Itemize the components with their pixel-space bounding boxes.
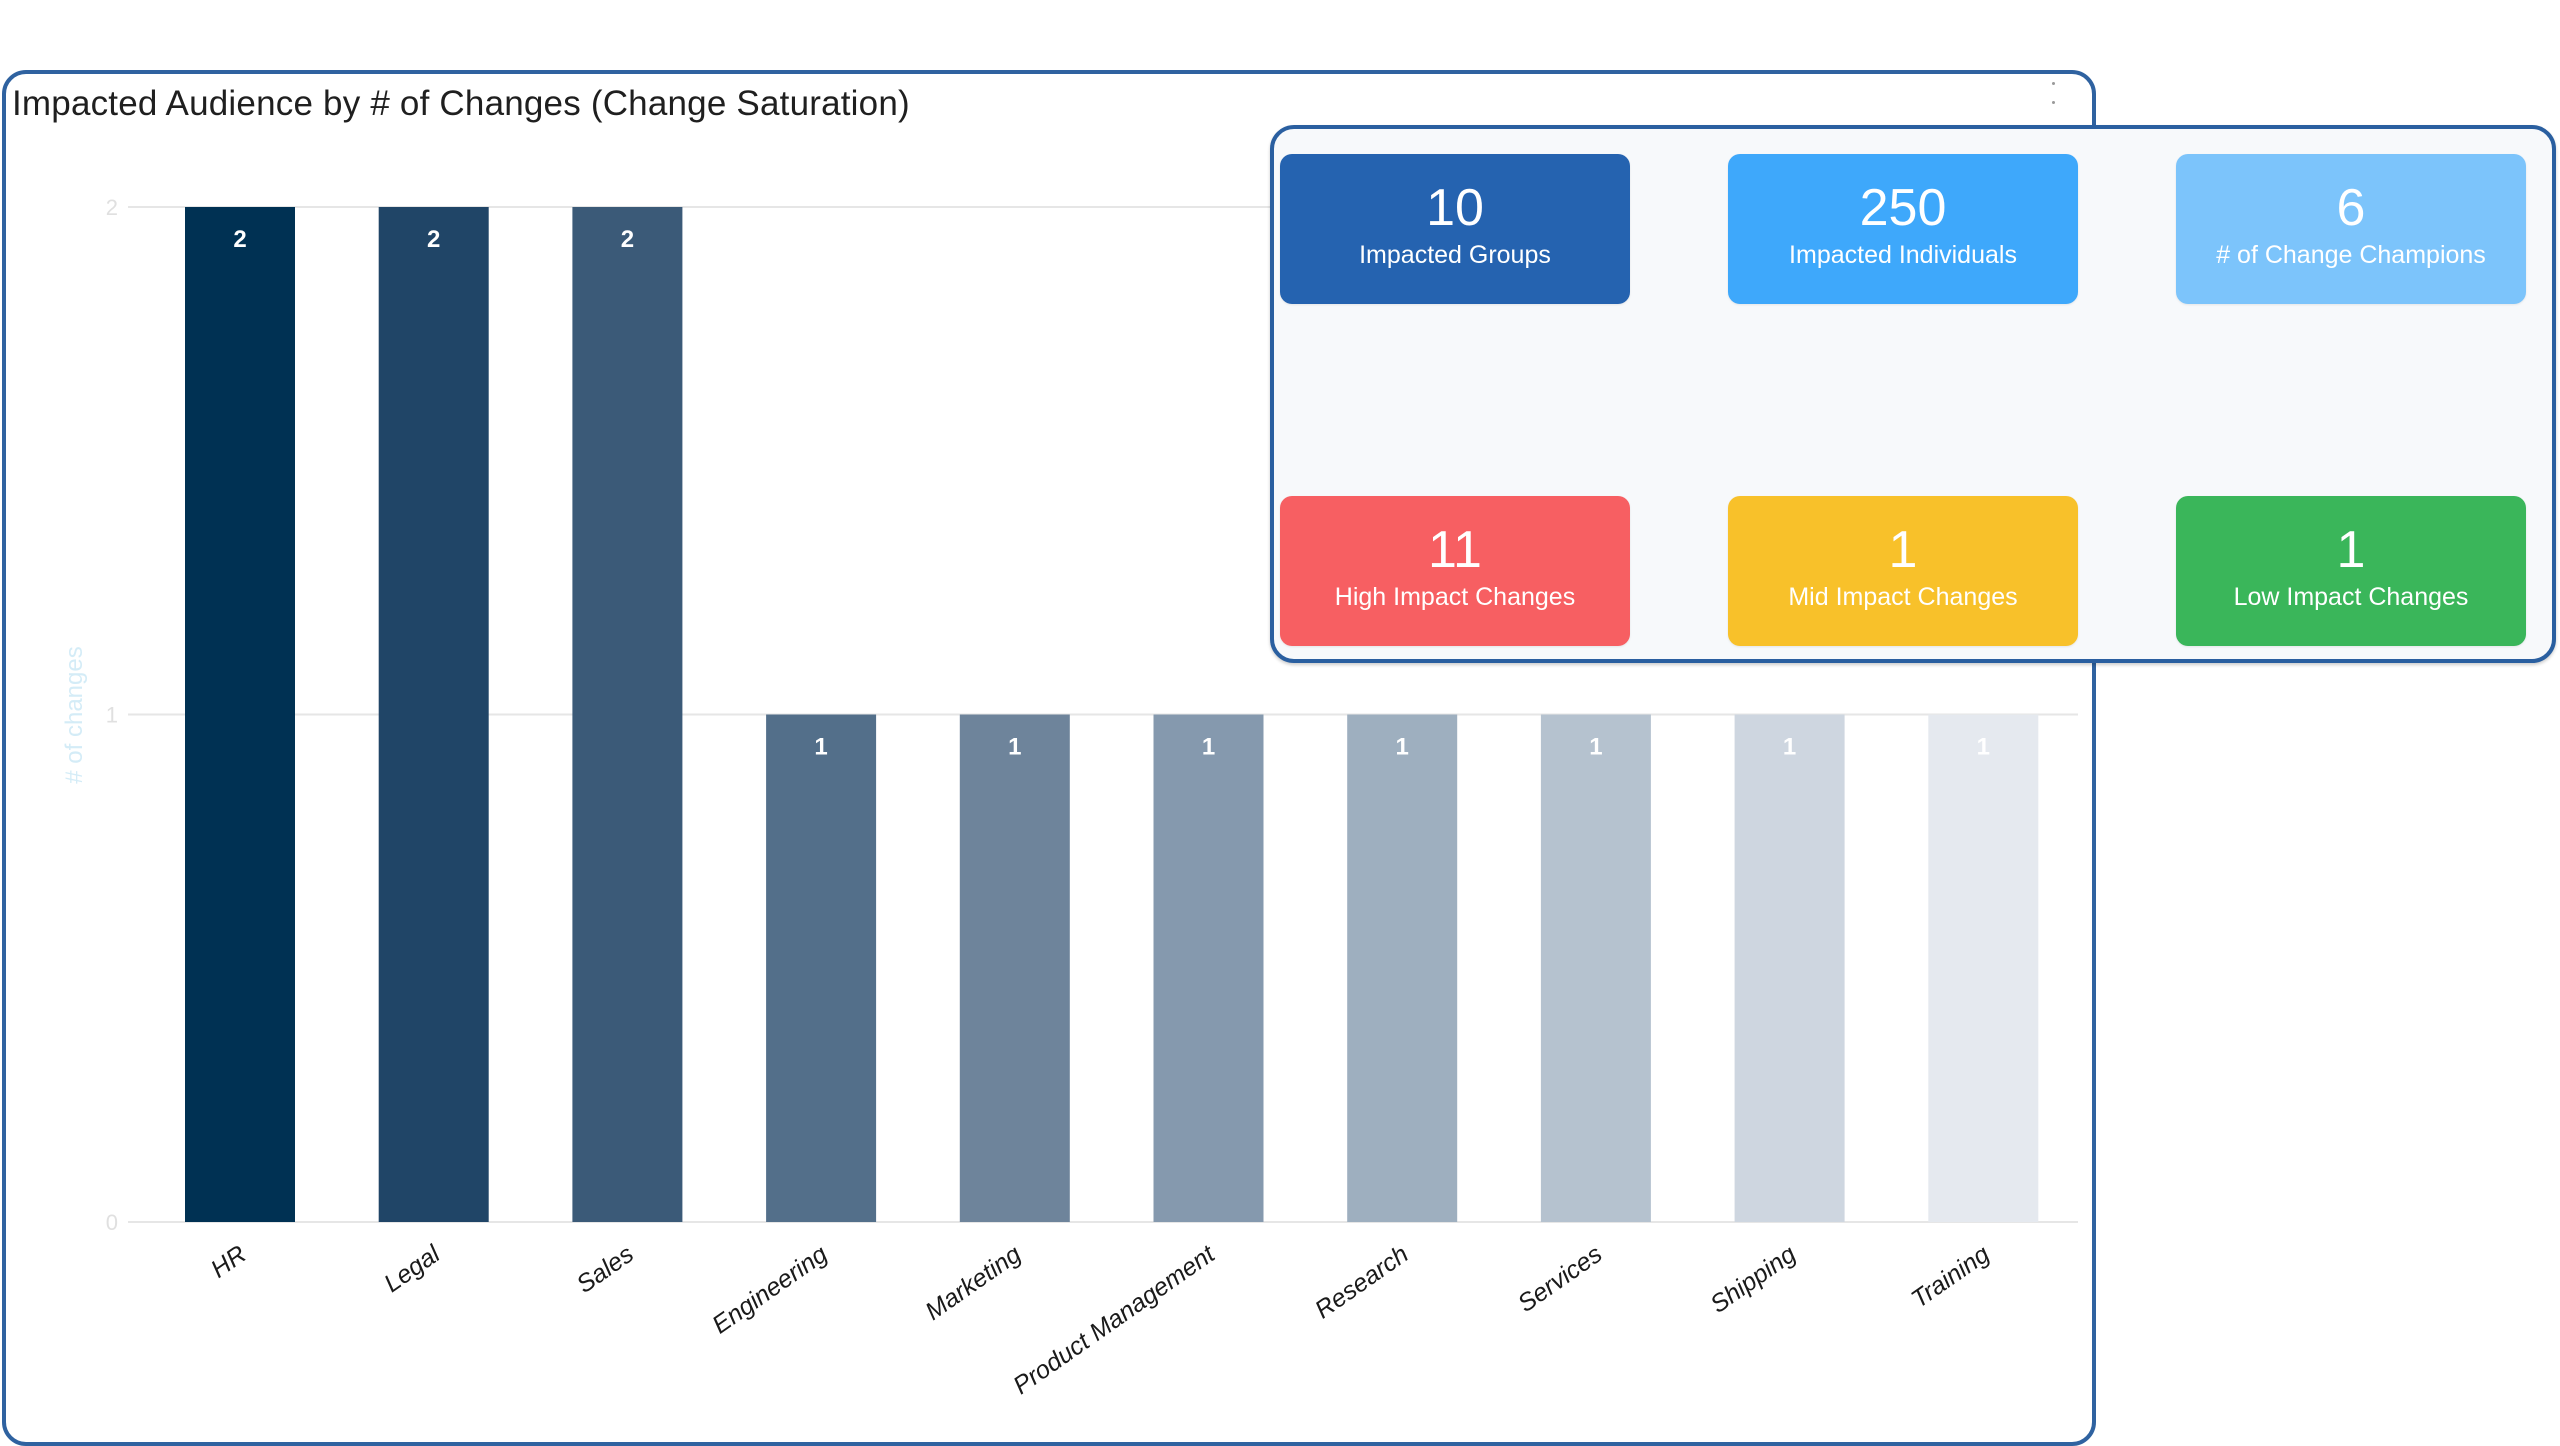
- bar-data-label: 1: [1008, 734, 1021, 761]
- bar-training[interactable]: [1928, 714, 2039, 1223]
- bar-data-label: 2: [621, 226, 634, 253]
- x-tick-label: HR: [206, 1240, 252, 1284]
- y-tick-label: 0: [106, 1210, 118, 1235]
- bar-data-label: 1: [814, 734, 827, 761]
- tile-value: 1: [2336, 521, 2366, 579]
- tile-value: 250: [1859, 179, 1947, 237]
- tile-value: 1: [1888, 521, 1918, 579]
- bar-shipping[interactable]: [1734, 714, 1845, 1223]
- bar-hr[interactable]: [185, 207, 295, 1222]
- y-axis-label: # of changes: [61, 646, 88, 783]
- tile-impacted-individuals[interactable]: 250 Impacted Individuals: [1728, 154, 2078, 304]
- y-axis-ticks: 0 1 2: [106, 195, 118, 1235]
- bar-data-label: 1: [1396, 734, 1409, 761]
- y-tick-label: 1: [106, 703, 118, 728]
- bar-data-label: 1: [1783, 734, 1796, 761]
- bar-legal[interactable]: [378, 207, 489, 1222]
- x-tick-label: Services: [1513, 1240, 1608, 1318]
- bar-data-label: 1: [1977, 734, 1990, 761]
- tile-value: 6: [2336, 179, 2366, 237]
- bar-data-label: 2: [233, 226, 246, 253]
- tile-value: 11: [1428, 521, 1482, 579]
- y-tick-label: 2: [106, 195, 118, 220]
- bar-data-label: 2: [427, 226, 440, 253]
- x-tick-label: Shipping: [1705, 1240, 1801, 1319]
- tile-label: Mid Impact Changes: [1788, 583, 2018, 611]
- bar-data-label: 1: [1589, 734, 1602, 761]
- tile-mid-impact-changes[interactable]: 1 Mid Impact Changes: [1728, 496, 2078, 646]
- x-axis-labels: HR Legal Sales Engineering MarketingProduct …: [206, 1239, 1995, 1400]
- x-tick-label: Product Management: [1008, 1239, 1221, 1400]
- tile-impacted-groups[interactable]: 10 Impacted Groups: [1280, 154, 1630, 304]
- tile-change-champions[interactable]: 6 # of Change Champions: [2176, 154, 2526, 304]
- bar-research[interactable]: [1347, 714, 1458, 1223]
- tile-label: # of Change Champions: [2216, 241, 2486, 269]
- x-tick-label: Engineering: [707, 1240, 832, 1340]
- tile-value: 10: [1426, 179, 1484, 237]
- x-tick-label: Marketing: [920, 1240, 1026, 1326]
- bar-services[interactable]: [1540, 714, 1651, 1223]
- x-tick-label: Sales: [572, 1240, 639, 1299]
- bar-marketing[interactable]: [959, 714, 1070, 1223]
- x-tick-label: Research: [1310, 1240, 1414, 1324]
- tile-label: Low Impact Changes: [2233, 583, 2469, 611]
- stats-panel: 10 Impacted Groups 250 Impacted Individu…: [1270, 125, 2556, 663]
- tile-low-impact-changes[interactable]: 1 Low Impact Changes: [2176, 496, 2526, 646]
- tile-label: Impacted Individuals: [1789, 241, 2017, 269]
- bar-data-label: 1: [1202, 734, 1215, 761]
- bar-product-management[interactable]: [1153, 714, 1264, 1223]
- bar-engineering[interactable]: [766, 714, 877, 1223]
- tile-label: High Impact Changes: [1334, 583, 1576, 611]
- x-tick-label: Legal: [379, 1239, 446, 1298]
- tile-label: Impacted Groups: [1359, 241, 1551, 269]
- x-tick-label: Training: [1906, 1240, 1995, 1314]
- tile-high-impact-changes[interactable]: 11 High Impact Changes: [1280, 496, 1630, 646]
- bar-sales[interactable]: [572, 207, 683, 1222]
